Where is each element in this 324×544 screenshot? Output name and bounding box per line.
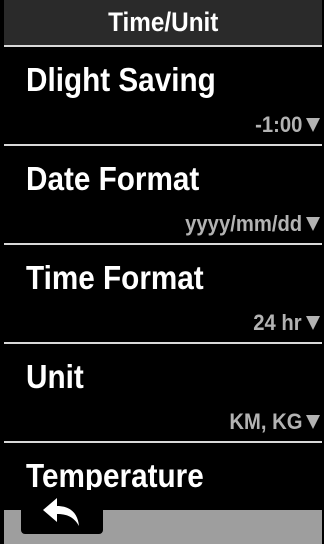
dropdown-arrow-icon bbox=[306, 118, 320, 132]
setting-value-text: KM, KG bbox=[228, 409, 302, 434]
setting-date-format[interactable]: Date Format yyyy/mm/dd bbox=[4, 146, 322, 245]
back-arrow-icon bbox=[43, 498, 79, 526]
setting-value: -1:00 bbox=[251, 112, 320, 138]
setting-daylight-saving[interactable]: Dlight Saving -1:00 bbox=[4, 47, 322, 146]
setting-value: yyyy/mm/dd bbox=[175, 211, 320, 237]
page-title: Time/Unit bbox=[107, 7, 219, 37]
setting-value-text: 24 hr bbox=[253, 310, 302, 335]
setting-value: 24 hr bbox=[249, 310, 320, 336]
dropdown-arrow-icon bbox=[306, 217, 320, 231]
setting-label: Date Format bbox=[26, 160, 200, 197]
title-bar: Time/Unit bbox=[4, 0, 322, 47]
setting-label: Time Format bbox=[26, 259, 204, 296]
setting-value-text: yyyy/mm/dd bbox=[185, 211, 302, 236]
back-button[interactable] bbox=[21, 490, 103, 534]
setting-value-text: -1:00 bbox=[254, 112, 302, 137]
setting-label: Unit bbox=[26, 358, 84, 395]
setting-unit[interactable]: Unit KM, KG bbox=[4, 344, 322, 443]
setting-time-format[interactable]: Time Format 24 hr bbox=[4, 245, 322, 344]
settings-list: Dlight Saving -1:00 Date Format yyyy/mm/… bbox=[4, 47, 322, 542]
setting-label: Dlight Saving bbox=[26, 61, 216, 98]
dropdown-arrow-icon bbox=[306, 316, 320, 330]
setting-value: KM, KG bbox=[223, 409, 320, 435]
time-unit-screen: Time/Unit Dlight Saving -1:00 Date Forma… bbox=[0, 0, 324, 544]
dropdown-arrow-icon bbox=[306, 415, 320, 429]
